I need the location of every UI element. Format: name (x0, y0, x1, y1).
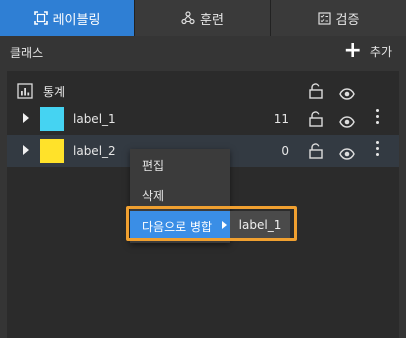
unlock-icon[interactable] (309, 111, 323, 131)
unlock-icon[interactable] (309, 143, 323, 163)
tab-labeling[interactable]: 레이블링 (0, 0, 135, 36)
class-title: 클래스 (10, 46, 44, 60)
more-options-icon[interactable] (375, 141, 379, 159)
more-options-icon[interactable] (375, 109, 379, 127)
context-menu: 편집 삭제 다음으로 병합 (130, 149, 230, 243)
class-count: 0 (281, 144, 289, 158)
merge-target-label: label_1 (238, 218, 282, 232)
menu-item-merge[interactable]: 다음으로 병합 (130, 211, 230, 241)
tab-label: 훈련 (200, 12, 224, 28)
unlock-icon[interactable] (309, 83, 323, 103)
menu-item-label: 다음으로 병합 (142, 219, 213, 234)
expand-icon[interactable] (23, 113, 29, 123)
class-color-swatch[interactable] (40, 139, 64, 163)
labeling-icon (33, 11, 48, 25)
menu-item-edit[interactable]: 편집 (130, 150, 230, 180)
tab-label: 레이블링 (52, 12, 101, 28)
submenu-arrow-icon (222, 221, 227, 229)
class-count: 11 (273, 112, 289, 126)
eye-icon[interactable] (339, 113, 355, 132)
submenu-merge-target[interactable]: label_1 (230, 211, 290, 239)
add-class-button[interactable]: + 추가 (343, 38, 392, 63)
eye-icon[interactable] (339, 145, 355, 164)
stats-label: 통계 (43, 85, 66, 99)
class-name: label_2 (73, 144, 116, 158)
menu-item-delete[interactable]: 삭제 (130, 180, 230, 210)
class-color-swatch[interactable] (40, 107, 64, 131)
training-icon (181, 11, 195, 25)
class-header: 클래스 + 추가 (0, 36, 406, 66)
tab-label: 검증 (335, 12, 360, 28)
class-row[interactable]: label_1 11 (7, 103, 399, 135)
plus-icon: + (343, 38, 362, 63)
validation-icon (317, 11, 331, 25)
bar-chart-icon (17, 83, 33, 103)
menu-item-label: 삭제 (142, 188, 165, 203)
class-name: label_1 (73, 112, 116, 126)
eye-icon[interactable] (339, 85, 355, 104)
tab-bar: 레이블링 훈련 검증 (0, 0, 406, 36)
expand-icon[interactable] (23, 145, 29, 155)
add-label: 추가 (369, 44, 392, 59)
tab-training[interactable]: 훈련 (135, 0, 271, 36)
menu-item-label: 편집 (142, 158, 165, 173)
tab-validation[interactable]: 검증 (271, 0, 406, 36)
